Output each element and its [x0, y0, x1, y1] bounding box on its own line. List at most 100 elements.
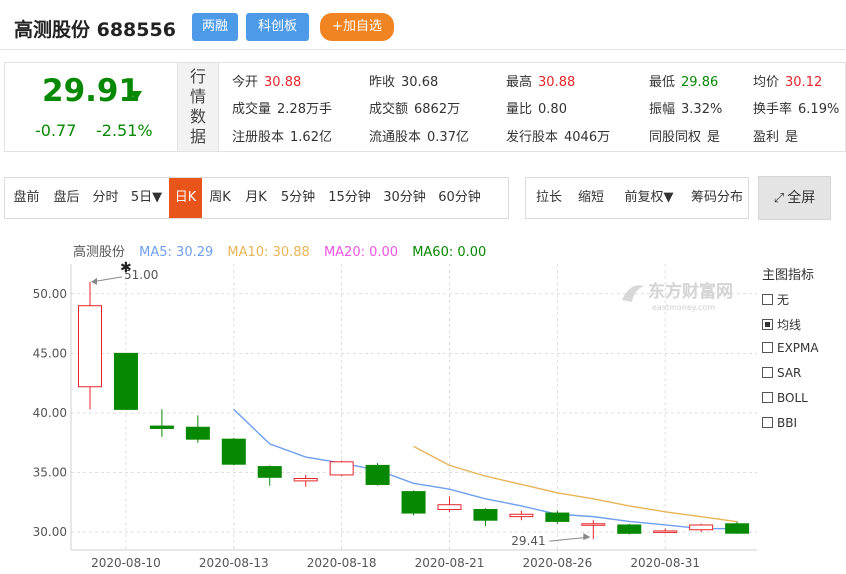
period-tab[interactable]: 盘后 — [46, 178, 87, 218]
add-watchlist-button[interactable]: +加自选 — [320, 13, 394, 41]
margin-trading-tag[interactable]: 两融 — [192, 13, 238, 41]
indicator-option-label: 无 — [777, 293, 790, 307]
extreme-annotation: 29.41 — [511, 533, 591, 548]
period-tab[interactable]: 5日▼ — [124, 178, 169, 218]
candlestick — [113, 352, 138, 410]
current-price: 29.91 — [42, 73, 141, 109]
indicator-option[interactable]: 无 — [762, 291, 789, 307]
quote-cell: 流通股本 0.37亿 — [369, 126, 469, 145]
indicator-option[interactable]: BBI — [762, 416, 797, 432]
quote-cell: 最低 29.86 — [649, 71, 718, 90]
quote-label: 昨收 — [369, 75, 396, 90]
quote-cell: 均价 30.12 — [753, 71, 822, 90]
chart-tool-button[interactable]: 筹码分布 — [686, 178, 748, 218]
x-tick-label: 2020-08-21 — [415, 556, 485, 570]
quote-cell: 量比 0.80 — [506, 98, 567, 117]
period-tab[interactable]: 15分钟 — [322, 178, 377, 218]
candlestick — [473, 508, 498, 527]
period-tab[interactable]: 日K — [169, 178, 202, 218]
ma5-line — [233, 408, 738, 530]
indicator-option-label: BBI — [777, 416, 798, 430]
quote-label: 均价 — [753, 75, 780, 90]
period-tab[interactable]: 周K — [202, 178, 238, 218]
quote-cell: 发行股本 4046万 — [506, 126, 610, 145]
indicator-option[interactable]: BOLL — [762, 391, 808, 407]
quote-cell: 盈利是 — [753, 126, 798, 145]
chart-legend: 高测股份 MA5: 30.29 MA10: 30.88 MA20: 0.00 M… — [73, 241, 496, 260]
indicator-option[interactable]: EXPMA — [762, 341, 819, 357]
x-tick-label: 2020-08-18 — [307, 556, 377, 570]
candle-body — [401, 491, 426, 514]
quote-value: 1.62亿 — [290, 130, 332, 145]
period-tab[interactable]: 5分钟 — [274, 178, 322, 218]
quote-value: 0.37亿 — [427, 130, 469, 145]
x-tick-label: 2020-08-26 — [522, 556, 592, 570]
indicator-option[interactable]: 均线 — [762, 316, 801, 332]
checkbox-icon[interactable] — [762, 319, 773, 330]
price-down-arrow-icon — [130, 91, 142, 101]
period-tab[interactable]: 30分钟 — [377, 178, 432, 218]
candle-body — [78, 305, 102, 388]
checkbox-icon[interactable] — [762, 294, 773, 305]
candle-body — [293, 478, 318, 482]
candle-body — [221, 438, 246, 465]
quote-label: 发行股本 — [506, 130, 559, 145]
checkbox-icon[interactable] — [762, 367, 773, 378]
fullscreen-button[interactable]: ⤢ 全屏 — [758, 176, 831, 220]
quote-value: 30.88 — [538, 75, 576, 90]
quote-cell: 振幅 3.32% — [649, 98, 722, 117]
quote-value: 6.19% — [798, 102, 840, 117]
quote-value: 是 — [785, 130, 799, 145]
chart-tool-button[interactable]: 缩短 — [570, 178, 612, 218]
checkbox-icon[interactable] — [762, 417, 773, 428]
candlestick — [545, 510, 570, 524]
period-tabs: 盘前 盘后 分时 5日▼ 日K 周K 月K 5分钟 15分钟 30分钟 60分钟 — [4, 177, 509, 219]
star-market-tag[interactable]: 科创板 — [246, 13, 309, 41]
arrow-head-icon — [91, 277, 97, 285]
arrow-head-icon — [583, 533, 591, 541]
indicator-panel-title: 主图指标 — [762, 268, 815, 283]
annotation-arrow — [91, 276, 123, 283]
quote-value: 2.28万手 — [277, 102, 332, 117]
chart-tool-button[interactable]: 拉长 — [528, 178, 570, 218]
period-tab[interactable]: 60分钟 — [432, 178, 487, 218]
candlestick — [437, 496, 462, 512]
checkbox-icon[interactable] — [762, 392, 773, 403]
checkbox-icon[interactable] — [762, 342, 773, 353]
candlestick — [617, 523, 642, 535]
watermark: 东方财富网 eastmoney.com — [622, 281, 733, 312]
quote-value: 4046万 — [564, 130, 611, 145]
stock-header: 高测股份 688556 两融 科创板 +加自选 — [0, 0, 846, 50]
indicator-option[interactable]: SAR — [762, 366, 801, 382]
period-tab[interactable]: 月K — [238, 178, 274, 218]
quote-value: 30.12 — [785, 75, 823, 90]
candlestick — [365, 463, 390, 486]
price-change: -0.77 — [35, 121, 77, 140]
candle-body — [689, 524, 714, 531]
watermark-logo-icon — [622, 285, 644, 302]
quote-label: 成交额 — [369, 102, 409, 117]
indicator-option-label: EXPMA — [777, 341, 819, 355]
candle-body — [581, 523, 606, 526]
quote-cell: 今开 30.88 — [232, 71, 301, 90]
quote-value: 3.32% — [681, 102, 723, 117]
quote-value: 6862万 — [414, 102, 461, 117]
y-tick-label: 35.00 — [33, 466, 67, 480]
candlestick — [293, 474, 318, 487]
extreme-annotation: 51.00✱ — [91, 260, 158, 285]
candlestick — [653, 528, 678, 534]
x-tick-label: 2020-08-13 — [199, 556, 269, 570]
quote-label: 最低 — [649, 75, 676, 90]
chart-tool-button[interactable]: 前复权▼ — [612, 178, 686, 218]
quote-label: 盈利 — [753, 130, 780, 145]
candle-body — [329, 461, 354, 476]
candlestick — [509, 510, 534, 521]
candlestick — [221, 437, 246, 466]
quote-cell: 换手率 6.19% — [753, 98, 839, 117]
quote-label: 注册股本 — [232, 130, 285, 145]
candle-body — [149, 425, 174, 429]
quote-cell: 同股同权是 — [649, 126, 720, 145]
period-tab[interactable]: 盘前 — [7, 178, 46, 218]
period-tab[interactable]: 分时 — [87, 178, 124, 218]
candlestick — [725, 521, 750, 534]
